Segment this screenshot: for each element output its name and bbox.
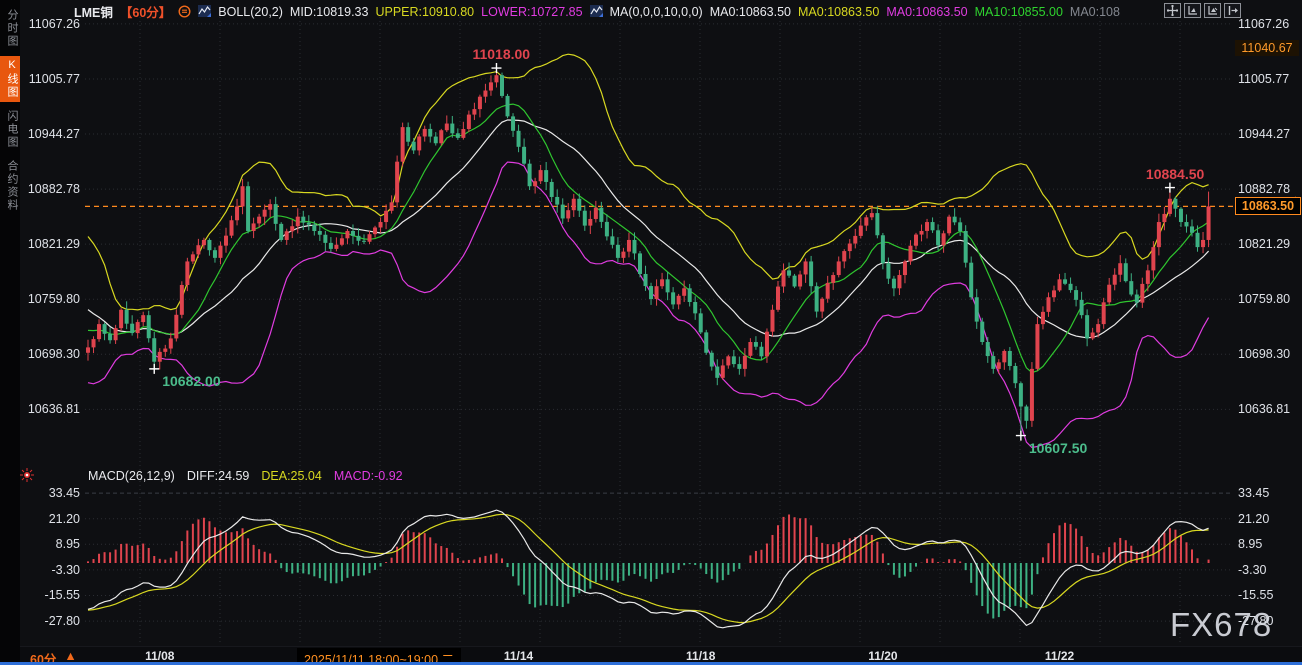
price-tick-label-left: 10944.27 [24,127,80,141]
last-price-line [85,196,1296,206]
dea-line-layer [88,514,1209,622]
macd-tick-label-right: -3.30 [1238,563,1298,577]
price-tick-label-left: 11067.26 [24,17,80,31]
price-tick-label-left: 10821.29 [24,237,80,251]
boll-mid-value: MID:10819.33 [290,5,369,19]
ma-value-3: MA0:10863.50 [886,5,967,19]
chart-type-sidebar: 分时图 K线图 闪电图 合约资料 [0,0,20,665]
price-tick-label-right: 10821.29 [1238,237,1298,251]
macd-hist-value: MACD:-0.92 [334,469,403,483]
macd-tick-label-left: 8.95 [24,537,80,551]
macd-tick-label-left: -27.80 [24,614,80,628]
macd-diff-value: DIFF:24.59 [187,469,250,483]
high-cross-marker [1165,183,1175,193]
chart-toolbar [1164,3,1241,18]
sidebar-tab-contract-info[interactable]: 合约资料 [0,157,20,215]
axis-zoom-out-icon[interactable] [1204,3,1221,18]
price-tick-label-right: 10698.30 [1238,347,1298,361]
ma-value-truncated: MA0:108 [1070,5,1120,19]
dea-line [88,514,1209,622]
macd-dea-value: DEA:25.04 [261,469,321,483]
macd-tick-label-left: 21.20 [24,512,80,526]
high-price-annotation: 10884.50 [1146,166,1204,182]
macd-header: MACD(26,12,9) DIFF:24.59 DEA:25.04 MACD:… [88,469,403,483]
high-cross-marker [491,63,501,73]
ma10-value: MA10:10855.00 [975,5,1063,19]
price-tick-label-left: 10882.78 [24,182,80,196]
low-price-annotation: 10682.00 [162,373,220,389]
ma10-line [88,104,1209,373]
macd-tick-label-right: 8.95 [1238,537,1298,551]
macd-tick-label-left: -15.55 [24,588,80,602]
macd-tick-label-right: -15.55 [1238,588,1298,602]
settings-circle-icon[interactable] [178,5,191,21]
date-tick-label: 11/22 [1028,649,1092,663]
sidebar-tab-timeshare[interactable]: 分时图 [0,6,20,51]
time-axis-bar [20,646,1302,663]
price-tick-label-right: 10944.27 [1238,127,1298,141]
price-tick-label-right: 11005.77 [1238,72,1298,86]
boll-upper-line-layer [88,54,1209,310]
price-tick-label-right: 10636.81 [1238,402,1298,416]
macd-tick-label-left: -3.30 [24,563,80,577]
price-tick-label-right: 10759.80 [1238,292,1298,306]
boll-lower-line [88,162,1209,447]
sidebar-tab-kline[interactable]: K线图 [0,56,20,102]
date-tick-label: 11/08 [128,649,192,663]
boll-lower-value: LOWER:10727.85 [481,5,582,19]
period-label[interactable]: 【60分】 [120,2,171,21]
macd-tick-label-right: 21.20 [1238,512,1298,526]
high-price-annotation: 11018.00 [472,46,530,62]
alert-price-label: 11040.67 [1235,40,1299,56]
price-tick-label-right: 10882.78 [1238,182,1298,196]
trading-terminal-window: 分时图 K线图 闪电图 合约资料 LME铜 【60分】 BOLL(20,2) M… [0,0,1302,665]
macd-title[interactable]: MACD(26,12,9) [88,469,175,483]
indicator-marker-icon[interactable] [20,468,34,487]
boll-name[interactable]: BOLL(20,2) [218,5,283,19]
indicator-chart-icon[interactable] [590,5,603,20]
ma-name[interactable]: MA(0,0,0,10,0,0) [610,5,703,19]
symbol-label: LME铜 [74,2,113,21]
ma10-line-layer [88,104,1209,373]
crosshair-move-icon[interactable] [1164,3,1181,18]
price-tick-label-right: 11067.26 [1238,17,1298,31]
low-price-annotation: 10607.50 [1029,440,1087,456]
boll-upper-value: UPPER:10910.80 [375,5,474,19]
macd-histogram [88,514,1209,618]
axis-zoom-in-icon[interactable] [1184,3,1201,18]
low-cross-marker [149,364,159,374]
macd-tick-label-right: 33.45 [1238,486,1298,500]
macd-tick-label-left: 33.45 [24,486,80,500]
price-tick-label-left: 11005.77 [24,72,80,86]
indicator-header: LME铜 【60分】 BOLL(20,2) MID:10819.33 UPPER… [74,3,1120,20]
kline-chart-canvas[interactable] [0,0,1302,665]
price-tick-label-left: 10759.80 [24,292,80,306]
last-price-box: 10863.50 [1235,197,1301,215]
date-tick-label: 11/14 [487,649,551,663]
boll-lower-line-layer [88,162,1209,447]
ma-value-1: MA0:10863.50 [710,5,791,19]
price-tick-label-left: 10698.30 [24,347,80,361]
pan-right-icon[interactable] [1224,3,1241,18]
date-tick-label: 11/20 [851,649,915,663]
sidebar-tab-lightning[interactable]: 闪电图 [0,107,20,152]
boll-upper-line [88,54,1209,310]
low-cross-marker [1016,431,1026,441]
watermark: FX678 [1170,606,1272,644]
ma-value-2: MA0:10863.50 [798,5,879,19]
price-tick-label-left: 10636.81 [24,402,80,416]
date-tick-label: 11/18 [669,649,733,663]
indicator-chart-icon[interactable] [198,5,211,20]
